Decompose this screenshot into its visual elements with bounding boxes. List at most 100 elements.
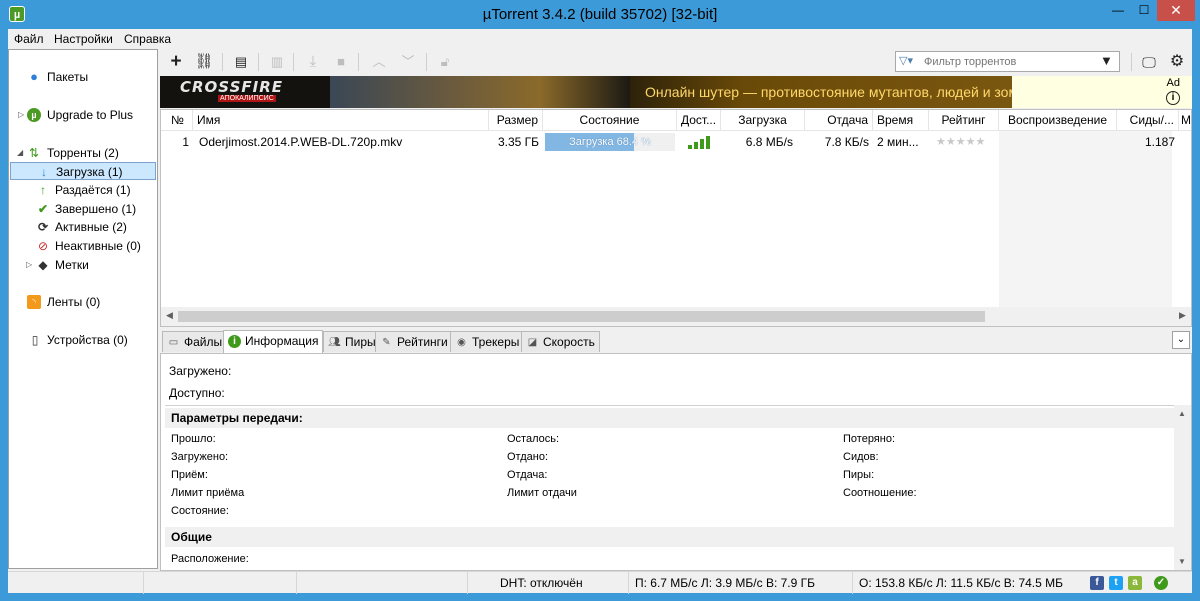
status-upload[interactable]: О: 153.8 КБ/с Л: 11.5 КБ/с В: 74.5 МБ — [852, 572, 1084, 594]
tab-information[interactable]: i Информация — [223, 330, 324, 353]
column-status[interactable]: Состояние — [543, 110, 677, 131]
column-upload-speed[interactable]: Отдача — [805, 110, 873, 131]
bundles-icon: ● — [30, 69, 38, 84]
status-dht[interactable]: DHT: отключён — [467, 572, 628, 594]
status-blank-2 — [143, 572, 296, 594]
client-area: ● Пакеты ▷ µ Upgrade to Plus ◢ ⇅ Торрент… — [8, 49, 1192, 594]
sidebar-item-active[interactable]: ⟳ Активные (2) — [9, 218, 157, 236]
menu-file[interactable]: Файл — [14, 29, 44, 49]
signal-bar — [706, 136, 710, 149]
window-title: µTorrent 3.4.2 (build 35702) [32-bit] — [482, 6, 718, 23]
sidebar-item-torrents[interactable]: ◢ ⇅ Торренты (2) — [9, 144, 157, 162]
filter-type-dropdown-icon[interactable]: ▽▾ — [899, 54, 923, 69]
settings-gear-icon[interactable]: ⚙ — [1166, 52, 1188, 72]
row-progress-bar: Загрузка 68.4 % — [545, 133, 675, 151]
scroll-thumb[interactable] — [178, 311, 985, 322]
close-button[interactable]: ✕ — [1157, 0, 1195, 21]
row-size: 3.35 ГБ — [497, 135, 539, 149]
add-link-icon[interactable]: ⛓ — [193, 52, 215, 72]
remove-trash-icon[interactable]: ▥ — [266, 52, 288, 72]
param-up-limit: Лимит отдачи — [507, 487, 577, 499]
information-panel: Загружено: Доступно: Параметры передачи:… — [160, 353, 1192, 571]
signal-bar — [688, 145, 692, 149]
scroll-left-icon[interactable]: ◀ — [166, 310, 173, 321]
tab-speed[interactable]: ◪ Скорость — [521, 331, 600, 352]
param-wasted: Потеряно: — [843, 433, 896, 445]
toolbar-separator — [258, 53, 259, 71]
completed-check-icon: ✔ — [37, 202, 49, 216]
stop-square-icon[interactable]: ■ — [330, 52, 352, 72]
android-icon[interactable]: a — [1128, 576, 1142, 590]
availability-signal-icon — [688, 136, 714, 149]
column-size[interactable]: Размер — [489, 110, 543, 131]
tab-ratings[interactable]: ✎ Рейтинги — [375, 331, 453, 352]
facebook-icon[interactable]: f — [1090, 576, 1104, 590]
labels-tag-icon: ◆ — [38, 258, 48, 272]
start-download-icon[interactable]: ⤓ — [302, 52, 324, 72]
scroll-right-icon[interactable]: ▶ — [1179, 310, 1186, 321]
minimize-button[interactable]: — — [1105, 0, 1131, 21]
remote-monitor-icon[interactable]: 🖵︎ — [1138, 52, 1160, 72]
expand-arrow-icon[interactable]: ▷ — [18, 106, 24, 124]
filter-search-input[interactable] — [924, 53, 1094, 70]
scroll-down-icon[interactable]: ▼ — [1178, 557, 1186, 566]
sidebar-item-downloading[interactable]: ↓ Загрузка (1) — [10, 162, 156, 180]
row-status: Загрузка 68.4 % — [569, 136, 651, 148]
queue-down-icon[interactable]: ﹀ — [397, 52, 419, 72]
utorrent-plus-icon: µ — [27, 108, 41, 122]
sidebar-item-upgrade[interactable]: ▷ µ Upgrade to Plus — [9, 106, 157, 124]
column-eta[interactable]: Время — [873, 110, 929, 131]
ad-banner[interactable]: CROSSFIRE АПОКАЛИПСИС Онлайн шутер — про… — [160, 76, 1012, 108]
vertical-scrollbar[interactable]: ▲ ▼ — [1174, 405, 1191, 570]
tab-trackers[interactable]: ◉ Трекеры — [450, 331, 525, 352]
param-status: Состояние: — [171, 505, 229, 517]
unlock-icon[interactable]: 🔓︎ — [434, 52, 456, 72]
sidebar-item-labels[interactable]: ▷ ◆ Метки — [9, 256, 157, 274]
sidebar-item-feeds[interactable]: ◝ Ленты (0) — [9, 293, 157, 311]
filter-funnel-icon[interactable]: ▼ — [1100, 53, 1113, 68]
param-location: Расположение: — [171, 553, 249, 565]
ad-info-icon[interactable]: i — [1166, 91, 1180, 105]
add-torrent-icon[interactable]: + — [165, 52, 187, 72]
tab-peers[interactable]: 👥︎ Пиры — [323, 331, 381, 352]
column-availability[interactable]: Дост... — [677, 110, 721, 131]
row-number: 1 — [182, 135, 189, 149]
twitter-icon[interactable]: t — [1109, 576, 1123, 590]
status-ok-check-icon[interactable]: ✓ — [1154, 576, 1168, 590]
column-rating[interactable]: Рейтинг — [929, 110, 999, 131]
horizontal-scrollbar[interactable]: ◀ ▶ — [161, 307, 1191, 326]
row-upload-speed: 7.8 КБ/s — [824, 135, 869, 149]
collapse-panel-icon[interactable]: ⌄ — [1172, 331, 1190, 349]
sidebar-item-devices[interactable]: ▯ Устройства (0) — [9, 331, 157, 349]
column-seeds[interactable]: Сиды/... — [1117, 110, 1179, 131]
param-seeds: Сидов: — [843, 451, 879, 463]
scroll-up-icon[interactable]: ▲ — [1178, 409, 1186, 418]
menu-help[interactable]: Справка — [124, 29, 171, 49]
toolbar-separator — [426, 53, 427, 71]
row-rating-stars[interactable]: ★★★★★ — [936, 132, 985, 152]
status-bar: DHT: отключён П: 6.7 МБ/с Л: 3.9 МБ/с В:… — [8, 571, 1192, 594]
sidebar-item-completed[interactable]: ✔ Завершено (1) — [9, 200, 157, 218]
sidebar-item-bundles[interactable]: ● Пакеты — [9, 68, 157, 86]
menu-settings[interactable]: Настройки — [54, 29, 113, 49]
table-row[interactable]: 1 Oderjimost.2014.P.WEB-DL.720p.mkv 3.35… — [161, 132, 1191, 152]
param-peers: Пиры: — [843, 469, 875, 481]
speed-graph-icon: ◪ — [527, 337, 538, 348]
column-download-speed[interactable]: Загрузка — [721, 110, 805, 131]
collapse-arrow-icon[interactable]: ◢ — [17, 144, 23, 162]
column-name[interactable]: Имя — [193, 110, 489, 131]
column-number[interactable]: № — [161, 110, 193, 131]
param-uploaded: Отдано: — [507, 451, 549, 463]
sidebar-item-inactive[interactable]: ⊘ Неактивные (0) — [9, 237, 157, 255]
tab-files[interactable]: ▭ Файлы — [162, 331, 228, 352]
column-playback[interactable]: Воспроизведение — [999, 110, 1117, 131]
maximize-button[interactable]: ☐ — [1131, 0, 1157, 21]
create-torrent-icon[interactable]: ▤ — [230, 52, 252, 72]
sidebar-item-seeding[interactable]: ↑ Раздаётся (1) — [9, 181, 157, 199]
queue-up-icon[interactable]: ︿ — [368, 52, 390, 72]
sidebar: ● Пакеты ▷ µ Upgrade to Plus ◢ ⇅ Торрент… — [8, 49, 158, 569]
column-more[interactable]: M — [1179, 110, 1191, 131]
expand-arrow-icon[interactable]: ▷ — [26, 256, 32, 274]
toolbar-separator — [222, 53, 223, 71]
status-download[interactable]: П: 6.7 МБ/с Л: 3.9 МБ/с В: 7.9 ГБ — [628, 572, 852, 594]
